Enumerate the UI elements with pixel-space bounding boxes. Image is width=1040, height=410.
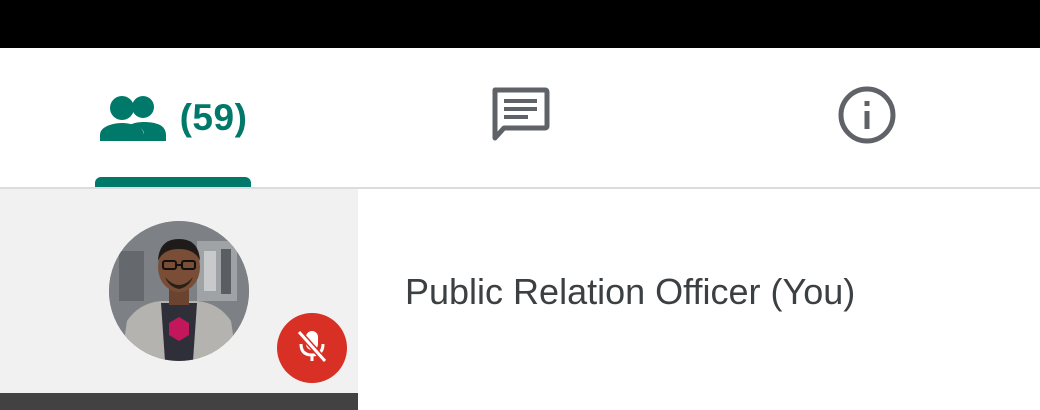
tab-bar: (59) — [0, 48, 1040, 189]
info-icon — [837, 85, 897, 150]
status-bar — [0, 0, 1040, 48]
avatar — [109, 221, 249, 361]
people-count: (59) — [179, 96, 248, 138]
mic-muted-badge — [277, 313, 347, 383]
participant-video-tile — [0, 189, 358, 410]
selected-tab-indicator — [95, 177, 251, 187]
participant-name: Public Relation Officer (You) — [405, 271, 856, 312]
participant-row[interactable]: Public Relation Officer (You) — [0, 189, 1040, 410]
people-icon — [99, 93, 166, 143]
tab-info[interactable] — [693, 48, 1040, 187]
chat-icon — [490, 86, 550, 149]
tile-bottom-bar — [0, 393, 358, 410]
tab-people[interactable]: (59) — [0, 48, 347, 187]
tab-chat[interactable] — [347, 48, 693, 187]
mic-off-icon — [292, 326, 332, 371]
